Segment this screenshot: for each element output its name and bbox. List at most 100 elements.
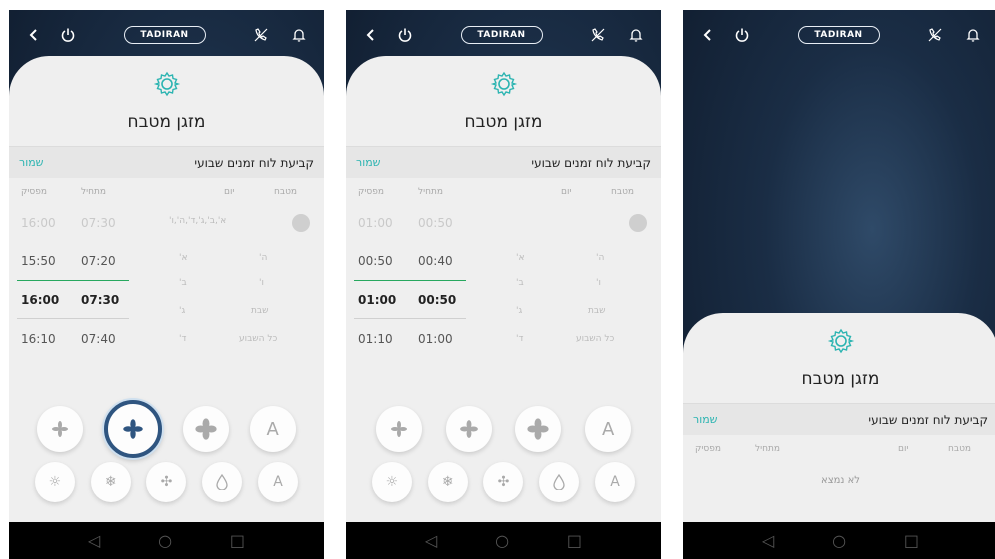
day-letter[interactable]: ב' xyxy=(179,278,187,288)
nav-back-icon[interactable]: ◁ xyxy=(88,531,100,550)
day-option[interactable]: ו' xyxy=(596,278,601,288)
gear-icon[interactable] xyxy=(9,70,324,98)
end-time: 00:50 xyxy=(358,254,393,268)
day-letter[interactable]: ג' xyxy=(516,306,522,316)
fan-high-icon[interactable] xyxy=(182,406,229,452)
schedule-header: שמור קביעת לוח זמנים שבועי xyxy=(683,403,995,435)
start-time: 07:30 xyxy=(81,216,116,230)
nav-back-icon[interactable]: ◁ xyxy=(425,531,437,550)
nav-home-icon[interactable]: ○ xyxy=(495,531,509,550)
android-nav-bar: ◁ ○ □ xyxy=(9,522,324,559)
day-option[interactable]: ה' xyxy=(259,253,267,263)
end-time: 15:50 xyxy=(21,254,56,268)
device-title: מזגן מטבח xyxy=(127,112,206,132)
device-title: מזגן מטבח xyxy=(464,112,543,132)
fan-low-icon[interactable] xyxy=(37,406,84,452)
end-time: 16:00 xyxy=(21,216,56,230)
back-icon[interactable] xyxy=(695,22,721,48)
selection-line xyxy=(354,280,466,281)
day-letter[interactable]: ד' xyxy=(516,334,523,344)
save-button[interactable]: שמור xyxy=(693,413,717,426)
start-time: 07:20 xyxy=(81,254,116,268)
day-option[interactable]: ו' xyxy=(259,278,264,288)
snowflake-icon[interactable]: ❄ xyxy=(427,462,468,502)
day-letter[interactable]: ג' xyxy=(179,306,185,316)
day-option[interactable]: שבת xyxy=(251,306,269,316)
col-start: מתחיל xyxy=(755,444,781,454)
android-nav-bar: ◁ ○ □ xyxy=(346,522,661,559)
drop-icon[interactable] xyxy=(539,462,580,502)
save-button[interactable]: שמור xyxy=(356,156,380,169)
top-bar: TADIRAN xyxy=(346,10,661,60)
start-time: 07:30 xyxy=(81,293,120,307)
row-toggle[interactable] xyxy=(629,214,647,232)
day-letter[interactable]: ב' xyxy=(516,278,524,288)
back-icon[interactable] xyxy=(21,22,47,48)
android-nav-bar: ◁ ○ □ xyxy=(683,522,995,559)
auto-icon[interactable]: A xyxy=(595,462,636,502)
phone-off-icon[interactable] xyxy=(248,22,274,48)
phone-off-icon[interactable] xyxy=(922,22,948,48)
phone-screen-1: TADIRAN מזגן מטבח שמור קביעת לוח זמנים ש… xyxy=(9,10,324,559)
drop-icon[interactable] xyxy=(202,462,243,502)
fan-mid-icon[interactable] xyxy=(104,400,163,458)
col-mode: מטבח xyxy=(274,187,298,197)
day-option[interactable]: כל השבוע xyxy=(239,334,277,344)
start-time: 00:50 xyxy=(418,293,457,307)
nav-back-icon[interactable]: ◁ xyxy=(762,531,774,550)
power-icon[interactable] xyxy=(729,22,755,48)
col-end: מפסיק xyxy=(358,187,384,197)
col-day: יום xyxy=(561,187,572,197)
settings-card: מזגן מטבח שמור קביעת לוח זמנים שבועי מפס… xyxy=(346,56,661,522)
fan-high-icon[interactable] xyxy=(515,406,562,452)
start-time: 01:00 xyxy=(418,332,453,346)
auto-fan-icon[interactable]: A xyxy=(585,406,632,452)
fan-icon[interactable]: ✣ xyxy=(483,462,524,502)
col-start: מתחיל xyxy=(81,187,107,197)
row-toggle[interactable] xyxy=(292,214,310,232)
day-letter[interactable]: א' xyxy=(516,253,525,263)
function-buttons: ☼ ❄ ✣ A xyxy=(346,462,661,502)
auto-fan-icon[interactable]: A xyxy=(249,406,296,452)
phone-off-icon[interactable] xyxy=(585,22,611,48)
power-icon[interactable] xyxy=(392,22,418,48)
snowflake-icon[interactable]: ❄ xyxy=(90,462,131,502)
schedule-header: שמור קביעת לוח זמנים שבועי xyxy=(346,146,661,178)
notification-bell-icon[interactable] xyxy=(960,22,986,48)
day-option[interactable]: כל השבוע xyxy=(576,334,614,344)
day-option[interactable]: שבת xyxy=(588,306,606,316)
nav-home-icon[interactable]: ○ xyxy=(158,531,172,550)
tadiran-logo: TADIRAN xyxy=(797,26,880,44)
fan-icon[interactable]: ✣ xyxy=(146,462,187,502)
notification-bell-icon[interactable] xyxy=(286,22,312,48)
end-time: 16:10 xyxy=(21,332,56,346)
col-day: יום xyxy=(898,444,909,454)
col-end: מפסיק xyxy=(695,444,721,454)
nav-recents-icon[interactable]: □ xyxy=(904,531,919,550)
notification-bell-icon[interactable] xyxy=(623,22,649,48)
day-letter[interactable]: א' xyxy=(179,253,188,263)
schedule-header: שמור קביעת לוח זמנים שבועי xyxy=(9,146,324,178)
tadiran-logo: TADIRAN xyxy=(460,26,543,44)
sun-icon[interactable]: ☼ xyxy=(371,462,412,502)
day-letter[interactable]: ד' xyxy=(179,334,186,344)
fan-mid-icon[interactable] xyxy=(445,406,492,452)
sun-icon[interactable]: ☼ xyxy=(34,462,75,502)
end-time: 16:00 xyxy=(21,293,60,307)
back-icon[interactable] xyxy=(358,22,384,48)
day-option[interactable]: ה' xyxy=(596,253,604,263)
nav-recents-icon[interactable]: □ xyxy=(567,531,582,550)
power-icon[interactable] xyxy=(55,22,81,48)
gear-icon[interactable] xyxy=(683,327,995,355)
phone-screen-2: TADIRAN מזגן מטבח שמור קביעת לוח זמנים ש… xyxy=(346,10,661,559)
save-button[interactable]: שמור xyxy=(19,156,43,169)
col-mode: מטבח xyxy=(948,444,972,454)
auto-icon[interactable]: A xyxy=(258,462,299,502)
nav-home-icon[interactable]: ○ xyxy=(832,531,846,550)
fan-low-icon[interactable] xyxy=(375,406,422,452)
selection-line-bottom xyxy=(354,318,466,319)
nav-recents-icon[interactable]: □ xyxy=(230,531,245,550)
end-time: 01:00 xyxy=(358,216,393,230)
gear-icon[interactable] xyxy=(346,70,661,98)
start-time: 07:40 xyxy=(81,332,116,346)
